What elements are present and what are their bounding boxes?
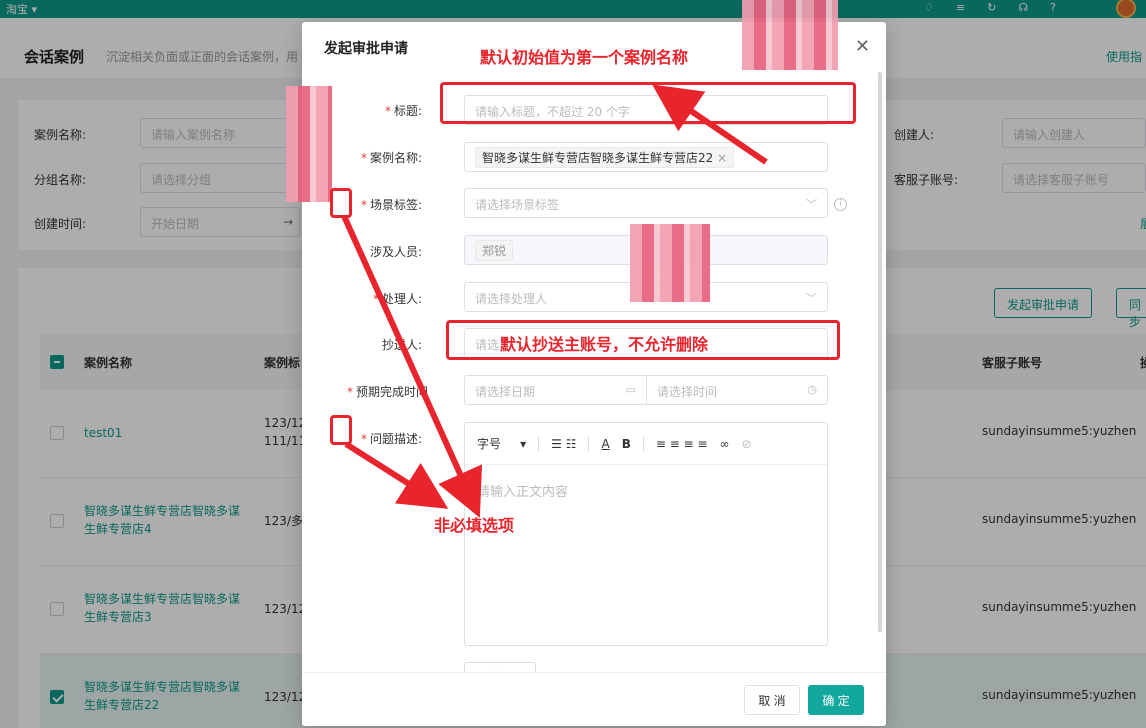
case-name-tag: 智晓多谋生鲜专营店智晓多谋生鲜专营店22 ×: [475, 147, 735, 168]
bold-icon[interactable]: B: [622, 437, 631, 451]
unlink-icon[interactable]: ⊘: [742, 437, 752, 451]
dialog-title: 发起审批申请: [324, 41, 408, 57]
cancel-button[interactable]: 取 消: [744, 685, 800, 715]
involved-tag: 郑锐: [475, 240, 514, 261]
dialog-scrollbar[interactable]: [878, 72, 882, 632]
font-color-icon[interactable]: A: [601, 437, 609, 451]
rich-text-editor[interactable]: 字号 ▾ ☰ ☷ A B ≡ ≡ ≡ ≡ ∞ ⊘ 请输入正文内容: [464, 422, 828, 646]
redacted-blur: [286, 86, 332, 202]
annotation-box-scene-star: [330, 188, 352, 218]
handler-label: * 处理人:: [372, 292, 422, 306]
description-label: * 问题描述:: [360, 432, 422, 446]
list-icon[interactable]: ☰ ☷: [551, 437, 576, 451]
due-date-input[interactable]: 请选择日期 ▭: [464, 375, 646, 405]
chevron-down-icon: ﹀: [806, 198, 817, 211]
align-icon[interactable]: ≡ ≡ ≡ ≡: [656, 437, 708, 451]
annotation-box-title: [440, 82, 856, 124]
tag-close-icon[interactable]: ×: [717, 151, 727, 165]
annotation-box-desc-star: [330, 415, 352, 445]
approval-dialog: 发起审批申请 ✕ * 标题: 请输入标题，不超过 20 个字 * 案例名称: 智晓多…: [302, 22, 886, 726]
info-icon[interactable]: i: [834, 198, 847, 211]
editor-toolbar: 字号 ▾ ☰ ☷ A B ≡ ≡ ≡ ≡ ∞ ⊘: [465, 423, 827, 465]
confirm-button[interactable]: 确 定: [808, 685, 864, 715]
link-icon[interactable]: ∞: [720, 437, 730, 451]
editor-placeholder: 请输入正文内容: [477, 485, 569, 500]
annotation-optional: 非必填选项: [434, 516, 515, 535]
redacted-blur: [630, 224, 710, 302]
clock-icon: ◷: [807, 383, 817, 396]
close-icon[interactable]: ✕: [855, 36, 870, 57]
due-time-input[interactable]: 请选择时间 ◷: [646, 375, 828, 405]
chevron-down-icon: ﹀: [806, 292, 817, 305]
cc-label: 抄送人:: [381, 338, 422, 352]
annotation-default-cc: 默认抄送主账号，不允许删除: [500, 335, 709, 354]
case-name-select[interactable]: 智晓多谋生鲜专营店智晓多谋生鲜专营店22 ×: [464, 142, 828, 172]
font-size-select[interactable]: 字号 ▾: [477, 435, 526, 452]
involved-label: 涉及人员:: [369, 245, 422, 259]
due-time-label: * 预期完成时间: [346, 385, 428, 399]
dialog-footer: 取 消 确 定: [302, 672, 886, 726]
scene-select[interactable]: 请选择场景标签 ﹀: [464, 188, 828, 218]
calendar-icon: ▭: [625, 383, 636, 396]
annotation-default-title: 默认初始值为第一个案例名称: [480, 48, 689, 67]
redacted-blur: [742, 0, 838, 70]
